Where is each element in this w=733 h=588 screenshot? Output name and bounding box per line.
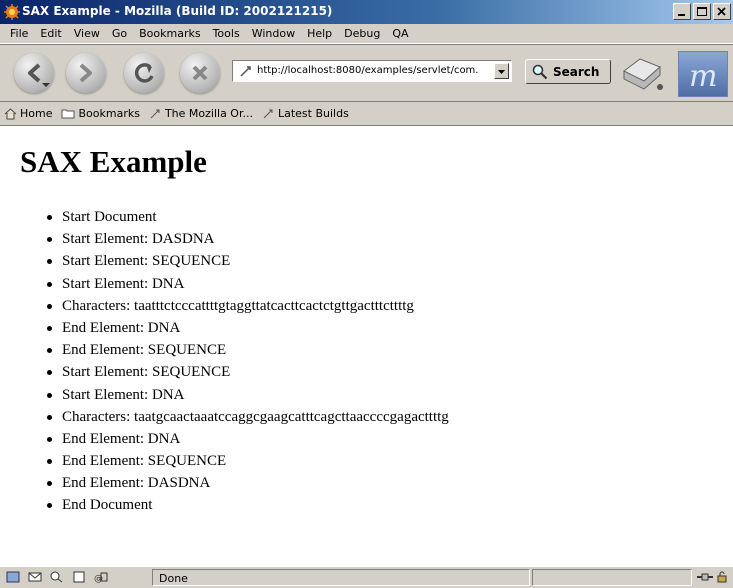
home-link[interactable]: Home — [4, 107, 52, 120]
folder-icon — [61, 109, 75, 119]
link-icon — [263, 109, 273, 118]
menu-qa[interactable]: QA — [386, 27, 414, 40]
menu-edit[interactable]: Edit — [34, 27, 67, 40]
page-title: SAX Example — [20, 144, 207, 179]
close-button[interactable] — [713, 3, 731, 20]
minimize-button[interactable] — [673, 3, 691, 20]
mozilla-m-icon: m — [689, 59, 717, 94]
status-panel: Done — [152, 569, 530, 586]
menu-view[interactable]: View — [68, 27, 106, 40]
list-item: End Element: DASDNA — [46, 474, 449, 496]
menu-window[interactable]: Window — [246, 27, 301, 40]
navigation-toolbar: http://localhost:8080/examples/servlet/c… — [0, 44, 733, 102]
window-controls — [673, 3, 731, 20]
latest-builds-link[interactable]: Latest Builds — [262, 107, 349, 120]
mozilla-org-link[interactable]: The Mozilla Or... — [149, 107, 253, 120]
close-icon — [717, 7, 726, 16]
bookmark-page-icon — [240, 66, 251, 77]
list-item: Start Element: DNA — [46, 386, 449, 408]
stop-button[interactable] — [180, 53, 220, 93]
print-icon[interactable] — [618, 53, 668, 95]
mozilla-app-icon — [4, 4, 20, 20]
composer-icon[interactable] — [72, 571, 86, 583]
maximize-icon — [697, 7, 707, 16]
page-content: SAX Example Start Document Start Element… — [0, 126, 733, 566]
progress-panel — [532, 569, 692, 586]
forward-arrow-icon — [79, 63, 92, 83]
stop-icon — [192, 65, 208, 81]
link-icon — [150, 109, 160, 118]
address-book-icon[interactable]: @ — [94, 571, 108, 583]
reload-button[interactable] — [124, 53, 164, 93]
bookmarks-label: Bookmarks — [78, 107, 140, 120]
list-item: Characters: taatgcaactaaatccaggcgaagcatt… — [46, 408, 449, 430]
back-button[interactable] — [14, 53, 54, 93]
status-bar: @ Done — [0, 566, 733, 588]
security-lock-icon — [717, 571, 727, 583]
menu-go[interactable]: Go — [106, 27, 133, 40]
search-icon — [532, 64, 548, 80]
reload-icon — [134, 63, 154, 83]
list-item: Characters: taatttctcccattttgtaggttatcac… — [46, 297, 449, 319]
list-item: Start Document — [46, 208, 449, 230]
menu-help[interactable]: Help — [301, 27, 338, 40]
online-status-icon[interactable] — [697, 571, 713, 583]
mail-icon[interactable] — [28, 571, 42, 583]
latest-builds-label: Latest Builds — [277, 107, 349, 120]
window-title: SAX Example - Mozilla (Build ID: 2002121… — [22, 4, 333, 18]
list-item: End Element: DNA — [46, 319, 449, 341]
url-bar[interactable]: http://localhost:8080/examples/servlet/c… — [232, 60, 512, 82]
mozilla-logo: m — [678, 51, 728, 97]
title-bar: SAX Example - Mozilla (Build ID: 2002121… — [0, 0, 733, 24]
url-history-dropdown[interactable] — [494, 63, 509, 79]
svg-text:@: @ — [94, 574, 103, 583]
sax-event-list: Start Document Start Element: DASDNA Sta… — [46, 208, 449, 519]
list-item: End Element: DNA — [46, 430, 449, 452]
chevron-down-icon — [498, 70, 505, 74]
status-text: Done — [159, 572, 188, 585]
list-item: End Document — [46, 496, 449, 518]
menu-file[interactable]: File — [4, 27, 34, 40]
maximize-button[interactable] — [693, 3, 711, 20]
back-arrow-icon — [28, 63, 50, 87]
home-icon — [4, 107, 17, 119]
list-item: End Element: SEQUENCE — [46, 341, 449, 363]
home-label: Home — [20, 107, 53, 120]
url-text[interactable]: http://localhost:8080/examples/servlet/c… — [257, 65, 497, 76]
menu-bookmarks[interactable]: Bookmarks — [133, 27, 206, 40]
bookmarks-menu[interactable]: Bookmarks — [61, 107, 140, 120]
list-item: Start Element: SEQUENCE — [46, 363, 449, 385]
list-item: Start Element: SEQUENCE — [46, 252, 449, 274]
svg-text:m: m — [689, 59, 717, 94]
menu-debug[interactable]: Debug — [338, 27, 386, 40]
menu-bar: File Edit View Go Bookmarks Tools Window… — [0, 24, 733, 44]
mozilla-org-label: The Mozilla Or... — [164, 107, 253, 120]
forward-button[interactable] — [66, 53, 106, 93]
list-item: Start Element: DNA — [46, 275, 449, 297]
personal-toolbar: Home Bookmarks The Mozilla Or... Latest … — [0, 102, 733, 126]
menu-tools[interactable]: Tools — [207, 27, 246, 40]
search-label: Search — [553, 65, 600, 79]
chat-icon[interactable] — [50, 571, 64, 583]
search-button[interactable]: Search — [525, 59, 611, 84]
list-item: End Element: SEQUENCE — [46, 452, 449, 474]
minimize-icon — [678, 14, 685, 16]
navigator-icon[interactable] — [6, 571, 20, 583]
list-item: Start Element: DASDNA — [46, 230, 449, 252]
